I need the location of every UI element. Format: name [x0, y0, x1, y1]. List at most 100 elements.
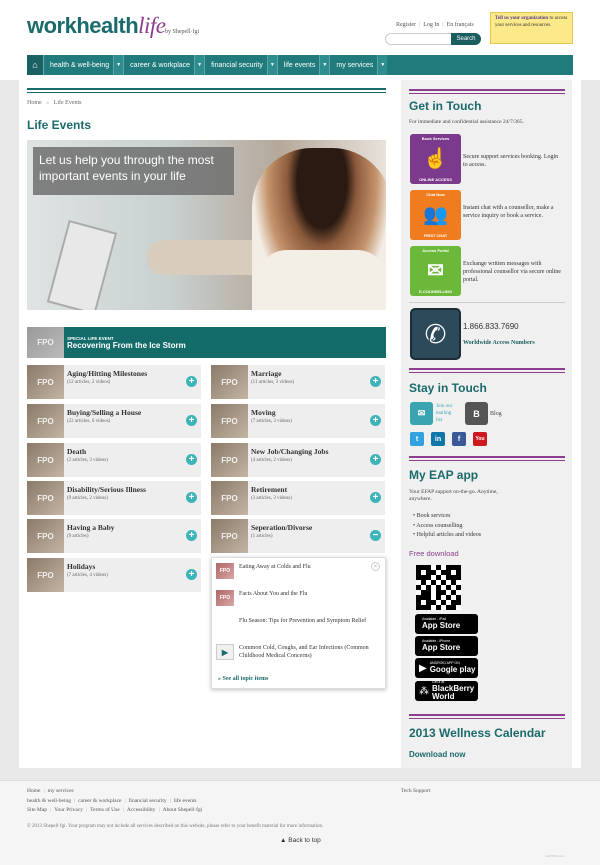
footer-link[interactable]: career & workplace — [78, 798, 121, 804]
language-link[interactable]: En français — [447, 22, 474, 28]
topic-name[interactable]: Marriage — [251, 369, 294, 378]
topic-new-job[interactable]: FPO New Job/Changing Jobs (4 articles, 2 … — [211, 443, 385, 477]
see-all-topic-items-link[interactable]: » See all topic items — [218, 676, 268, 682]
nav-financial-security[interactable]: financial security ▼ — [205, 55, 278, 75]
special-title[interactable]: Recovering From the Ice Storm — [67, 341, 186, 350]
register-link[interactable]: Register — [396, 22, 416, 28]
plus-icon[interactable]: + — [186, 530, 197, 541]
site-logo[interactable]: workhealthlife — [27, 13, 166, 39]
plus-icon[interactable]: + — [186, 376, 197, 387]
mailing-list-link[interactable]: Join our mailing list — [436, 404, 458, 424]
login-link[interactable]: Log In — [423, 22, 439, 28]
topic-name[interactable]: Moving — [251, 408, 292, 417]
first-chat-tile[interactable]: Chat Now 👥 FIRST CHAT — [410, 190, 461, 240]
plus-icon[interactable]: + — [370, 415, 381, 426]
footer-link[interactable]: health & well-being — [27, 798, 71, 804]
dropdown-item[interactable]: FPO Facts About You and the Flu — [216, 590, 381, 606]
topic-retirement[interactable]: FPO Retirement (3 articles, 3 videos) + — [211, 481, 385, 515]
footer-link[interactable]: Your Privacy — [54, 807, 83, 813]
topic-having-baby[interactable]: FPO Having a Baby (9 articles) + — [27, 519, 201, 553]
dropdown-item-title[interactable]: Flu Season: Tips for Prevention and Symp… — [239, 617, 366, 625]
special-life-event-banner[interactable]: FPO SPECIAL LIFE EVENT Recovering From t… — [27, 327, 386, 358]
dropdown-item-title[interactable]: Eating Away at Colds and Flu — [239, 563, 311, 571]
topic-name[interactable]: Retirement — [251, 485, 292, 494]
dropdown-item-title[interactable]: Facts About You and the Flu — [239, 590, 307, 598]
phone-icon[interactable]: ✆ — [410, 308, 461, 360]
byline: by Shepell·fgi — [165, 29, 200, 35]
footer-link[interactable]: financial security — [129, 798, 167, 804]
twitter-icon[interactable]: t — [410, 432, 424, 446]
plus-icon[interactable]: + — [370, 492, 381, 503]
search-button[interactable]: Search — [451, 33, 481, 45]
topic-name[interactable]: Death — [67, 447, 108, 456]
dropdown-item[interactable]: Flu Season: Tips for Prevention and Symp… — [216, 617, 381, 633]
home-icon[interactable]: ⌂ — [27, 55, 44, 75]
worldwide-access-link[interactable]: Worldwide Access Numbers — [463, 340, 535, 346]
youtube-icon[interactable]: You — [473, 432, 487, 446]
tell-us-organization-box[interactable]: Tell us your organization to access your… — [490, 12, 573, 44]
tell-title[interactable]: Tell us your organization — [495, 16, 548, 21]
topic-holidays[interactable]: FPO Holidays (7 articles, 4 videos) + — [27, 558, 201, 592]
topic-aging[interactable]: FPO Aging/Hitting Milestones (12 articles… — [27, 365, 201, 399]
minus-icon[interactable]: − — [370, 530, 381, 541]
nav-health-well-being[interactable]: health & well-being ▼ — [44, 55, 125, 75]
plus-icon[interactable]: + — [186, 492, 197, 503]
e-counselling-tile[interactable]: Access Portal ✉ E-COUNSELLING — [410, 246, 461, 296]
topic-separation-divorce[interactable]: FPO Seperation/Divorse (1 articles) − — [211, 519, 385, 553]
dropdown-item[interactable]: FPO Eating Away at Colds and Flu — [216, 563, 381, 579]
footer-link[interactable]: Site Map — [27, 807, 47, 813]
topic-name[interactable]: New Job/Changing Jobs — [251, 447, 329, 456]
blog-link[interactable]: Blog — [490, 410, 502, 418]
nav-my-services[interactable]: my services ▼ — [330, 55, 388, 75]
chevron-down-icon[interactable]: ▼ — [377, 55, 388, 75]
topic-name[interactable]: Disability/Serious Illness — [67, 485, 146, 494]
wellness-calendar-heading: 2013 Wellness Calendar — [409, 726, 546, 740]
nav-life-events[interactable]: life events ▼ — [278, 55, 331, 75]
tech-support-link[interactable]: Tech Support — [401, 788, 430, 794]
footer-link[interactable]: Terms of Use — [90, 807, 120, 813]
topic-moving[interactable]: FPO Moving (7 articles, 3 videos) + — [211, 404, 385, 438]
blog-icon[interactable]: B — [465, 402, 488, 425]
footer-link[interactable]: About Shepell·fgi — [163, 807, 203, 813]
footer-row-1: Home | my services — [27, 788, 74, 794]
chevron-down-icon[interactable]: ▼ — [319, 55, 330, 75]
mailing-list-icon[interactable]: ✉ — [410, 402, 433, 425]
plus-icon[interactable]: + — [186, 569, 197, 580]
topic-buying-selling-house[interactable]: FPO Buying/Selling a House (22 articles, … — [27, 404, 201, 438]
back-to-top-link[interactable]: ▲ Back to top — [280, 837, 321, 844]
footer-link[interactable]: life events — [174, 798, 197, 804]
tile-top-label: Chat Now — [426, 192, 445, 197]
topic-marriage[interactable]: FPO Marriage (11 articles, 3 videos) + — [211, 365, 385, 399]
facebook-icon[interactable]: f — [452, 432, 466, 446]
google-play-button[interactable]: ▶ ANDROID APP ON Google play — [415, 658, 478, 678]
chevron-down-icon[interactable]: ▼ — [266, 55, 277, 75]
chevron-down-icon[interactable]: ▼ — [194, 55, 205, 75]
plus-icon[interactable]: + — [186, 415, 197, 426]
topic-name[interactable]: Having a Baby — [67, 523, 115, 532]
chevron-down-icon[interactable]: ▼ — [113, 55, 124, 75]
footer-link[interactable]: my services — [48, 788, 74, 794]
blackberry-world-button[interactable]: ⁂ Get it at BlackBerry World — [415, 681, 478, 701]
breadcrumb-home[interactable]: Home — [27, 100, 42, 106]
topic-name[interactable]: Buying/Selling a House — [67, 408, 141, 417]
ipad-app-store-button[interactable]: Available - iPad App Store — [415, 614, 478, 634]
plus-icon[interactable]: + — [186, 454, 197, 465]
download-now-link[interactable]: Download now — [409, 750, 465, 759]
book-services-tile[interactable]: Book Services ☝ ONLINE ACCESS — [410, 134, 461, 184]
search-input[interactable] — [385, 33, 453, 45]
dropdown-item[interactable]: ▶ Common Cold, Coughs, and Ear Infection… — [216, 644, 381, 660]
nav-career-workplace[interactable]: career & workplace ▼ — [124, 55, 206, 75]
plus-icon[interactable]: + — [370, 454, 381, 465]
footer-link[interactable]: Accessibility — [127, 807, 156, 813]
topic-disability[interactable]: FPO Disability/Serious Illness (9 article… — [27, 481, 201, 515]
linkedin-icon[interactable]: in — [431, 432, 445, 446]
footer-link[interactable]: Home — [27, 788, 40, 794]
iphone-app-store-button[interactable]: Available - iPhone App Store — [415, 636, 478, 656]
topic-meta: (22 articles, 6 videos) — [67, 419, 111, 424]
topic-death[interactable]: FPO Death (2 articles, 3 videos) + — [27, 443, 201, 477]
topic-name[interactable]: Aging/Hitting Milestones — [67, 369, 147, 378]
topic-name[interactable]: Holidays — [67, 562, 108, 571]
topic-name[interactable]: Seperation/Divorse — [251, 523, 312, 532]
plus-icon[interactable]: + — [370, 376, 381, 387]
dropdown-item-title[interactable]: Common Cold, Coughs, and Ear Infections … — [239, 644, 381, 660]
